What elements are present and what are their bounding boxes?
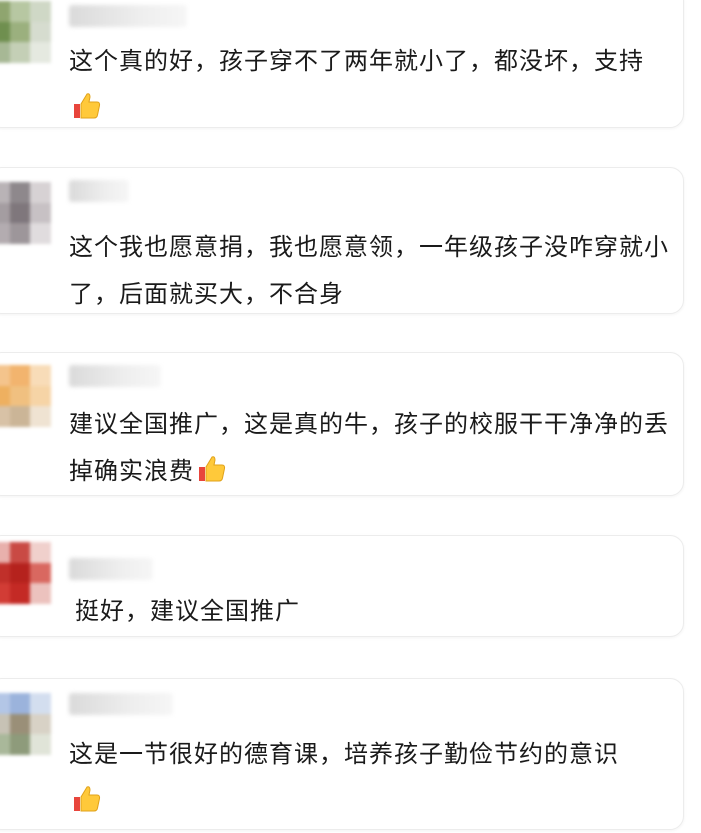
avatar-mosaic-cell: [0, 42, 10, 63]
avatar-mosaic-cell: [30, 406, 51, 427]
comment-body: 这个我也愿意捐，我也愿意领，一年级孩子没咋穿就小了，后面就买大，不合身: [69, 233, 669, 308]
avatar-mosaic-cell: [9, 202, 31, 224]
avatar-mosaic-cell: [0, 202, 10, 224]
comment-card[interactable]: 挺好，建议全国推广: [0, 535, 684, 637]
username-blurred[interactable]: [69, 180, 129, 202]
avatar-mosaic-cell: [9, 734, 31, 755]
avatar-mosaic-cell: [9, 562, 31, 584]
comment-body: 挺好，建议全国推广: [75, 597, 300, 625]
comment-body: 这个真的好，孩子穿不了两年就小了，都没坏，支持: [69, 47, 644, 75]
avatar-mosaic-cell: [30, 713, 51, 735]
avatar-mosaic-cell: [9, 713, 31, 735]
avatar-mosaic-cell: [9, 542, 31, 563]
username-blurred[interactable]: [69, 693, 173, 715]
avatar-mosaic-cell: [30, 542, 51, 563]
avatar-mosaic-cell: [30, 583, 51, 604]
comment-text: 这个我也愿意捐，我也愿意领，一年级孩子没咋穿就小了，后面就买大，不合身: [69, 224, 669, 318]
avatar[interactable]: [0, 693, 51, 755]
avatar-mosaic-cell: [9, 693, 31, 714]
avatar-mosaic-cell: [30, 693, 51, 714]
avatar-mosaic-cell: [0, 365, 10, 386]
avatar-mosaic-cell: [9, 21, 31, 43]
avatar-mosaic-cell: [9, 1, 31, 22]
comment-card[interactable]: 建议全国推广，这是真的牛，孩子的校服干干净净的丢掉确实浪费: [0, 352, 684, 496]
comment-card[interactable]: 这个真的好，孩子穿不了两年就小了，都没坏，支持: [0, 0, 684, 128]
avatar-mosaic-cell: [30, 182, 51, 203]
avatar-mosaic-cell: [0, 1, 10, 22]
comment-card[interactable]: 这个我也愿意捐，我也愿意领，一年级孩子没咋穿就小了，后面就买大，不合身: [0, 167, 684, 314]
avatar-mosaic-cell: [0, 21, 10, 43]
avatar[interactable]: [0, 1, 51, 63]
avatar-mosaic-cell: [0, 693, 10, 714]
avatar-mosaic-cell: [0, 583, 10, 604]
avatar-mosaic-cell: [0, 182, 10, 203]
avatar[interactable]: [0, 365, 51, 427]
comment-text: 挺好，建议全国推广: [75, 588, 669, 635]
username-blurred[interactable]: [69, 365, 161, 387]
avatar-mosaic-cell: [30, 385, 51, 407]
username-blurred[interactable]: [69, 5, 187, 27]
avatar-mosaic-cell: [0, 542, 10, 563]
avatar-mosaic-cell: [30, 42, 51, 63]
comment-body: 建议全国推广，这是真的牛，孩子的校服干干净净的丢掉确实浪费: [69, 410, 669, 485]
avatar-mosaic-cell: [9, 406, 31, 427]
avatar-mosaic-cell: [30, 202, 51, 224]
username-blurred[interactable]: [69, 558, 153, 580]
avatar-mosaic-cell: [30, 223, 51, 244]
avatar-mosaic-cell: [0, 562, 10, 584]
avatar-mosaic-cell: [0, 734, 10, 755]
thumbs-up-icon: [74, 93, 101, 119]
avatar-mosaic-cell: [30, 21, 51, 43]
thumbs-up-icon: [74, 786, 101, 812]
avatar-mosaic-cell: [0, 713, 10, 735]
avatar-mosaic-cell: [9, 223, 31, 244]
avatar-mosaic-cell: [9, 42, 31, 63]
comment-text: 建议全国推广，这是真的牛，孩子的校服干干净净的丢掉确实浪费: [69, 401, 669, 495]
avatar-mosaic-cell: [0, 223, 10, 244]
avatar-mosaic-cell: [30, 365, 51, 386]
comment-body: 这是一节很好的德育课，培养孩子勤俭节约的意识: [69, 740, 619, 768]
avatar-mosaic-cell: [9, 365, 31, 386]
avatar[interactable]: [0, 542, 51, 604]
avatar-mosaic-cell: [30, 734, 51, 755]
comment-text: 这是一节很好的德育课，培养孩子勤俭节约的意识: [69, 731, 669, 825]
avatar[interactable]: [0, 182, 51, 244]
avatar-mosaic-cell: [9, 385, 31, 407]
avatar-mosaic-cell: [30, 1, 51, 22]
comment-text: 这个真的好，孩子穿不了两年就小了，都没坏，支持: [69, 38, 669, 132]
thumbs-up-icon: [199, 456, 226, 482]
avatar-mosaic-cell: [9, 182, 31, 203]
avatar-mosaic-cell: [9, 583, 31, 604]
avatar-mosaic-cell: [30, 562, 51, 584]
avatar-mosaic-cell: [0, 406, 10, 427]
comment-card[interactable]: 这是一节很好的德育课，培养孩子勤俭节约的意识: [0, 678, 684, 830]
avatar-mosaic-cell: [0, 385, 10, 407]
